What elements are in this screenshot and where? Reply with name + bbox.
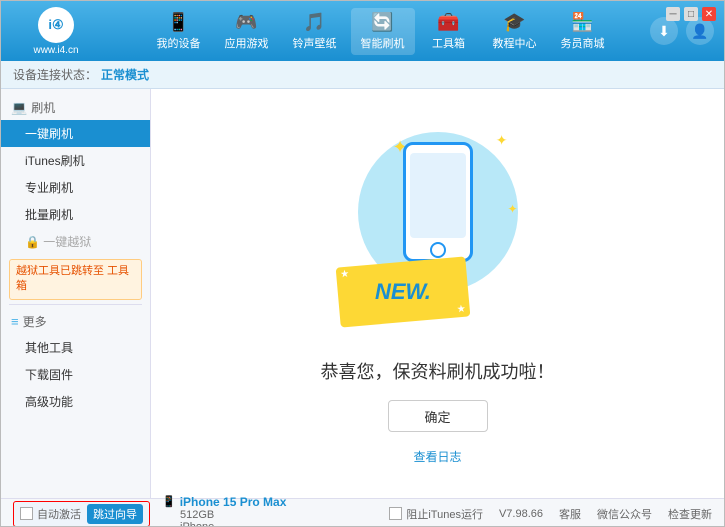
footer-link-wechat[interactable]: 微信公众号 (597, 506, 652, 522)
logo-subtitle: www.i4.cn (33, 45, 78, 56)
nav-item-toolbox[interactable]: 🧰 工具箱 (419, 8, 479, 55)
status-bar: 设备连接状态： 正常模式 (1, 61, 724, 89)
download-button[interactable]: ⬇ (650, 17, 678, 45)
new-ribbon: NEW. (335, 256, 470, 327)
itunes-checkbox[interactable]: 阻止iTunes运行 (389, 506, 483, 522)
sidebar-flash-title: 💻 刷机 (1, 95, 150, 120)
minimize-button[interactable]: ─ (666, 7, 680, 21)
sidebar-itunes-flash[interactable]: iTunes刷机 (1, 147, 150, 174)
sparkle-2: ✦ (496, 132, 508, 149)
device-name-row: 📱 iPhone 15 Pro Max (162, 495, 286, 509)
smart-flash-icon: 🔄 (371, 12, 393, 33)
nav-label-smart-flash: 智能刷机 (361, 35, 405, 51)
activate-box: 自动激活 跳过向导 (13, 501, 150, 527)
nav-label-store: 务员商城 (561, 35, 605, 51)
auto-activate-checkbox[interactable]: 自动激活 (20, 506, 81, 522)
auto-activate-label: 自动激活 (37, 506, 81, 522)
nav-item-my-device[interactable]: 📱 我的设备 (147, 8, 211, 55)
guide-button[interactable]: 跳过向导 (87, 504, 143, 524)
flash-section-label: 刷机 (31, 99, 55, 116)
phone-screen (410, 153, 466, 238)
status-value: 正常模式 (101, 66, 149, 83)
status-label: 设备连接状态： (13, 66, 97, 83)
my-device-icon: 📱 (167, 12, 189, 33)
more-section-icon: ≡ (11, 314, 19, 329)
sidebar-advanced[interactable]: 高级功能 (1, 388, 150, 415)
toolbox-icon: 🧰 (437, 12, 459, 33)
device-storage: 512GB (180, 509, 286, 521)
nav-item-tutorial[interactable]: 🎓 教程中心 (483, 8, 547, 55)
store-icon: 🏪 (571, 12, 593, 33)
content-area: ✦ ✦ ✦ NEW. 恭喜您，保资料刷机成功啦！ 确定 (151, 89, 724, 498)
nav-item-apps-games[interactable]: 🎮 应用游戏 (215, 8, 279, 55)
sidebar-jailbreak-disabled: 🔒 一键越狱 (1, 228, 150, 255)
sidebar-other-tools[interactable]: 其他工具 (1, 334, 150, 361)
close-button[interactable]: ✕ (702, 7, 716, 21)
apps-icon: 🎮 (235, 12, 257, 33)
sidebar: 💻 刷机 一键刷机 iTunes刷机 专业刷机 批量刷机 🔒 一键越狱 越狱工具… (1, 89, 151, 498)
view-log-link[interactable]: 查看日志 (413, 448, 461, 465)
nav-item-smart-flash[interactable]: 🔄 智能刷机 (351, 8, 415, 55)
nav-item-store[interactable]: 🏪 务员商城 (551, 8, 615, 55)
more-section-label: 更多 (23, 313, 47, 330)
sidebar-notice: 越狱工具已跳转至 工具箱 (9, 259, 142, 300)
notice-text: 越狱工具已跳转至 工具箱 (16, 265, 129, 292)
sidebar-more-title: ≡ 更多 (1, 309, 150, 334)
tutorial-icon: 🎓 (503, 12, 525, 33)
nav-label-apps: 应用游戏 (225, 35, 269, 51)
sidebar-divider (9, 304, 142, 305)
auto-activate-cb-icon (20, 507, 33, 520)
footer-link-home[interactable]: 客服 (559, 506, 581, 522)
new-badge: NEW. (375, 279, 431, 305)
sidebar-batch-flash[interactable]: 批量刷机 (1, 201, 150, 228)
logo-area: i④ www.i4.cn (11, 7, 101, 56)
phone-home-button (430, 242, 446, 258)
device-name: iPhone 15 Pro Max (180, 495, 287, 509)
bottom-left: 自动激活 跳过向导 📱 iPhone 15 Pro Max 512GB iPho… (13, 495, 290, 527)
footer-link-update[interactable]: 检查更新 (668, 506, 712, 522)
window-controls: ─ □ ✕ (666, 7, 716, 21)
header-right: ⬇ 👤 (650, 17, 714, 45)
user-button[interactable]: 👤 (686, 17, 714, 45)
itunes-label: 阻止iTunes运行 (406, 506, 483, 522)
success-box: ✦ ✦ ✦ NEW. 恭喜您，保资料刷机成功啦！ 确定 (321, 122, 555, 465)
phone-body (403, 142, 473, 262)
bottom-bar: 自动激活 跳过向导 📱 iPhone 15 Pro Max 512GB iPho… (1, 498, 724, 527)
sparkle-3: ✦ (507, 202, 517, 216)
main-layout: 💻 刷机 一键刷机 iTunes刷机 专业刷机 批量刷机 🔒 一键越狱 越狱工具… (1, 89, 724, 498)
nav-item-ringtones[interactable]: 🎵 铃声壁纸 (283, 8, 347, 55)
nav-label-toolbox: 工具箱 (432, 35, 465, 51)
itunes-cb-icon (389, 507, 402, 520)
phone-illustration: ✦ ✦ ✦ NEW. (338, 122, 538, 342)
success-message: 恭喜您，保资料刷机成功啦！ (321, 358, 555, 384)
lock-icon: 🔒 (25, 235, 40, 249)
ringtone-icon: 🎵 (303, 12, 325, 33)
device-icon: 📱 (162, 495, 176, 508)
sidebar-download-firmware[interactable]: 下载固件 (1, 361, 150, 388)
nav-label-ringtones: 铃声壁纸 (293, 35, 337, 51)
jailbreak-label: 一键越狱 (43, 235, 91, 249)
header: i④ www.i4.cn 📱 我的设备 🎮 应用游戏 🎵 铃声壁纸 🔄 智能刷机 (1, 1, 724, 61)
confirm-label: 确定 (424, 407, 450, 426)
sidebar-pro-flash[interactable]: 专业刷机 (1, 174, 150, 201)
device-type: iPhone (180, 521, 286, 527)
device-info: 📱 iPhone 15 Pro Max 512GB iPhone (158, 495, 290, 527)
itunes-bar: 阻止iTunes运行 (389, 506, 483, 522)
confirm-button[interactable]: 确定 (388, 400, 488, 432)
nav-label-my-device: 我的设备 (157, 35, 201, 51)
bottom-right: 阻止iTunes运行 V7.98.66 客服 微信公众号 检查更新 (389, 506, 712, 522)
nav-label-tutorial: 教程中心 (493, 35, 537, 51)
maximize-button[interactable]: □ (684, 7, 698, 21)
flash-section-icon: 💻 (11, 100, 27, 116)
logo-icon: i④ (38, 7, 74, 43)
nav-bar: 📱 我的设备 🎮 应用游戏 🎵 铃声壁纸 🔄 智能刷机 🧰 工具箱 🎓 (111, 8, 650, 55)
sidebar-one-click-flash[interactable]: 一键刷机 (1, 120, 150, 147)
version-text: V7.98.66 (499, 508, 543, 520)
